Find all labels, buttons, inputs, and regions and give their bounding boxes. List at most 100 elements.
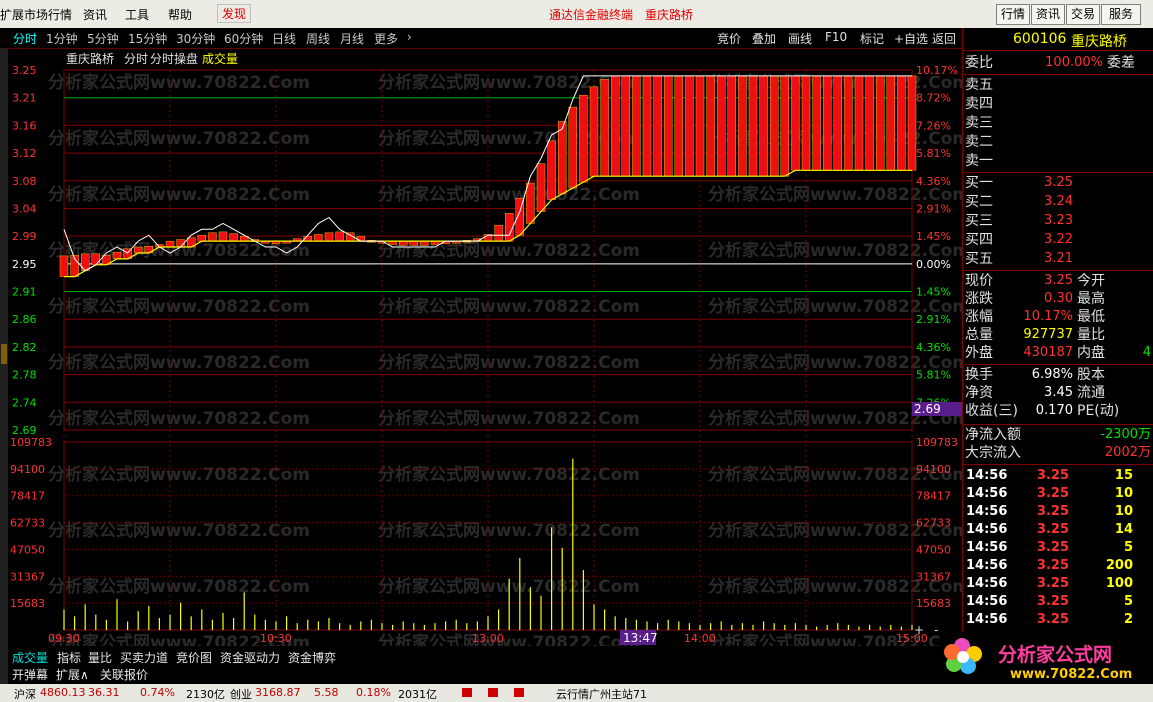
price-band-bar	[833, 75, 842, 171]
pct-tick-label: 4.36%	[916, 175, 951, 188]
price-band-bar	[579, 95, 588, 183]
tab-fund-game[interactable]: 资金博弈	[288, 649, 336, 666]
left-collapse-strip[interactable]	[0, 48, 8, 684]
watermark-text: 分析家公式网www.70822.Com	[378, 184, 640, 205]
weicha-label: 委差	[1107, 55, 1135, 71]
tab-fund-drive[interactable]: 资金驱动力	[220, 649, 280, 666]
price-band-bar	[823, 75, 832, 171]
buy5-price: 3.21	[1044, 251, 1073, 266]
period-15min[interactable]: 15分钟	[128, 30, 167, 47]
pct-tick-label: 4.36%	[916, 341, 951, 354]
tick-price: 3.25	[1036, 594, 1069, 609]
stat-label: 外盘	[965, 345, 993, 361]
expand-button[interactable]: 扩展∧	[56, 666, 89, 683]
period-60min[interactable]: 60分钟	[224, 30, 263, 47]
volume-tick-label: 31367	[10, 570, 45, 583]
overlay-button[interactable]: 叠加	[752, 30, 776, 47]
price-tick-label: 2.99	[12, 230, 37, 243]
current-price-tag-text: 2.69	[914, 402, 941, 416]
menu-item-tools[interactable]: 工具	[125, 6, 149, 23]
price-band-bar	[727, 75, 736, 177]
period-1min[interactable]: 1分钟	[46, 30, 78, 47]
stat-label2: 内盘	[1077, 345, 1105, 361]
danmaku-button[interactable]: 开弹幕	[12, 666, 48, 683]
price-band-bar	[133, 246, 143, 254]
news-button[interactable]: 资讯	[1031, 4, 1065, 25]
tab-indicator[interactable]: 指标	[57, 649, 81, 666]
period-more[interactable]: 更多	[374, 30, 398, 47]
zoom-in-icon[interactable]: +	[914, 623, 924, 637]
back-button[interactable]: 返回	[932, 30, 956, 47]
trade-button[interactable]: 交易	[1066, 4, 1100, 25]
stat-label: 总量	[965, 327, 993, 343]
stat-label2: 量比	[1077, 327, 1105, 343]
period-month[interactable]: 月线	[340, 30, 364, 47]
tick-time: 14:56	[966, 540, 1008, 555]
price-band-bar	[886, 75, 895, 171]
price-band-bar	[218, 231, 228, 242]
mark-button[interactable]: 标记	[860, 30, 884, 47]
pct-tick-label: 7.26%	[916, 119, 951, 132]
pct-tick-label: 1.45%	[916, 286, 951, 299]
price-tick-label: 3.21	[12, 92, 37, 105]
watermark-text: 分析家公式网www.70822.Com	[48, 72, 310, 93]
server-status[interactable]: 云行情广州主站71	[556, 686, 647, 702]
index2-value: 3168.87	[255, 686, 301, 699]
price-tick-label: 2.82	[12, 341, 37, 354]
tick-price: 3.25	[1036, 576, 1069, 591]
tab-volume[interactable]: 成交量	[12, 649, 48, 666]
period-intraday[interactable]: 分时	[13, 30, 37, 47]
volume-tick-label: 109783	[10, 436, 52, 449]
price-band-bar	[759, 75, 768, 177]
tab-volume-ratio[interactable]: 量比	[88, 649, 112, 666]
menu-item-discover[interactable]: 发现	[217, 4, 252, 23]
tab-buy-sell-force[interactable]: 买卖力道	[120, 649, 168, 666]
price-band-bar	[685, 75, 694, 177]
draw-line-button[interactable]: 画线	[788, 30, 812, 47]
price-band-bar	[738, 75, 747, 177]
tab-auction-chart[interactable]: 竞价图	[176, 649, 212, 666]
period-week[interactable]: 周线	[306, 30, 330, 47]
menu-item-market[interactable]: 扩展市场行情	[0, 6, 72, 23]
price-band-bar	[589, 86, 599, 177]
menu-item-news[interactable]: 资讯	[83, 6, 107, 23]
intraday-chart[interactable]: 分析家公式网www.70822.Com 分析家公式网www.70822.Com 分析…	[8, 48, 970, 653]
pct-tick-label: 10.17%	[916, 64, 958, 77]
period-day[interactable]: 日线	[272, 30, 296, 47]
tick-time: 14:56	[966, 594, 1008, 609]
quote-button[interactable]: 行情	[996, 4, 1030, 25]
index2-name[interactable]: 创业	[230, 686, 252, 702]
stat-value: 927737	[1023, 327, 1073, 342]
add-watchlist-button[interactable]: +自选	[894, 30, 928, 47]
tick-time: 14:56	[966, 486, 1008, 501]
indicator-tabs: 成交量 指标 量比 买卖力道 竞价图 资金驱动力 资金博弈	[8, 648, 962, 665]
related-quote-button[interactable]: 关联报价	[100, 666, 148, 683]
price-band-bar	[653, 75, 662, 177]
tick-price: 3.25	[1036, 504, 1069, 519]
price-band-bar	[324, 232, 334, 242]
time-tick-label: 10:30	[260, 632, 292, 645]
price-band-bar	[632, 75, 641, 177]
period-30min[interactable]: 30分钟	[176, 30, 215, 47]
service-button[interactable]: 服务	[1101, 4, 1141, 25]
volume-tick-label-right: 47050	[916, 543, 951, 556]
stat-value: 430187	[1023, 345, 1073, 360]
watermark-text: 分析家公式网www.70822.Com	[48, 576, 310, 597]
collapse-handle[interactable]	[1, 344, 7, 364]
price-band-bar	[59, 255, 69, 277]
divider	[963, 464, 1153, 465]
f10-button[interactable]: F10	[825, 30, 847, 44]
price-band-bar	[642, 75, 652, 177]
price-band-bar	[505, 213, 514, 242]
price-band-bar	[399, 240, 408, 246]
menu-item-help[interactable]: 帮助	[168, 6, 192, 23]
price-band-bar	[314, 234, 323, 242]
zoom-out-icon[interactable]: -	[934, 623, 938, 637]
tick-volume: 200	[1105, 558, 1133, 573]
period-5min[interactable]: 5分钟	[87, 30, 119, 47]
index2-change: 5.58	[314, 686, 339, 699]
chevron-right-icon[interactable]: ›	[407, 30, 412, 44]
price-tick-label: 2.78	[12, 369, 37, 382]
index1-name[interactable]: 沪深	[14, 686, 36, 702]
auction-button[interactable]: 竞价	[717, 30, 741, 47]
